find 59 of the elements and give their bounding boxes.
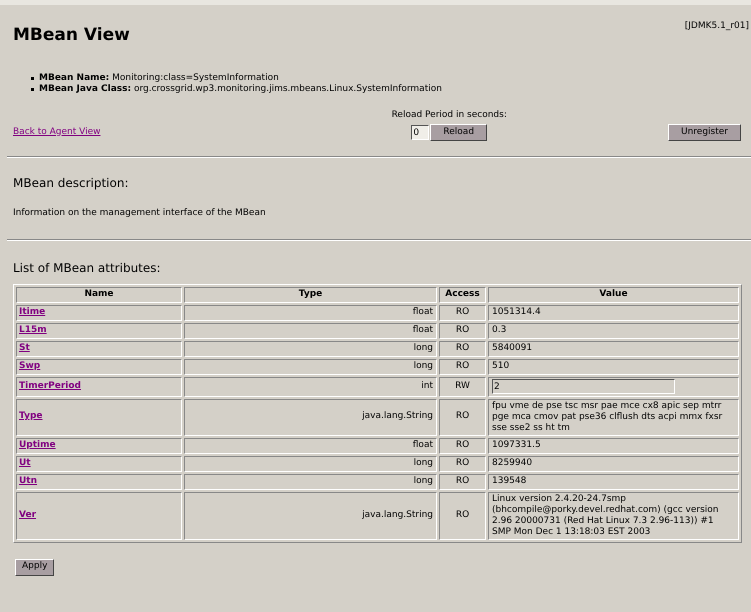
table-cell: 8259940 (488, 456, 739, 472)
table-cell: float (184, 304, 437, 320)
description-text: Information on the management interface of the MBean (13, 207, 267, 220)
section-heading: List of MBean attributes: (13, 260, 162, 276)
table-cell: 1097331.5 (488, 438, 739, 454)
attribute-link[interactable]: Swp (19, 360, 40, 371)
table-cell: float (184, 438, 437, 454)
column-header: Name (16, 286, 182, 302)
table-cell: java.lang.String (184, 398, 437, 436)
table-cell: RO (439, 340, 486, 356)
table-cell: RO (439, 398, 486, 436)
table-cell: long (184, 456, 437, 472)
table-cell: RO (439, 358, 486, 374)
bullet-icon (31, 76, 34, 80)
attribute-link[interactable]: Type (19, 411, 42, 422)
table-cell: float (184, 322, 437, 338)
reload-label: Reload Period in seconds: (392, 108, 507, 122)
table-cell: 510 (488, 358, 739, 374)
bullet-icon (31, 88, 34, 90)
info-text: MBean Java Class: org.crossgrid.wp3.monitoring.jims.mbeans.Linux.SystemInformation (39, 84, 442, 94)
attribute-link[interactable]: Uptime (19, 440, 56, 450)
attribute-link[interactable]: Ut (19, 458, 31, 468)
reload-period-field[interactable]: 0 (411, 125, 430, 140)
version-label: [JDMK5.1_r01] (684, 20, 749, 33)
table-cell: Linux version 2.4.20-24.7smp (bhcompile@porky.devel.redhat.com) (gcc version 2.96 20000731 (Red Hat Linux 7.3 2.96-113)) #1 SMP Mon Dec 1 13:18:03 EST 2003 (488, 492, 739, 540)
value-field[interactable]: 2 (492, 379, 675, 394)
attribute-link[interactable]: Ver (19, 510, 36, 520)
table-cell: long (184, 340, 437, 356)
table-cell: RW (439, 376, 486, 396)
column-header: Access (439, 286, 486, 302)
table-cell: RO (439, 438, 486, 454)
section-heading: MBean description: (13, 175, 130, 192)
table-cell: long (184, 358, 437, 374)
table-cell: fpu vme de pse tsc msr pae mce cx8 apic sep mtrr pge mca cmov pat pse36 clflush dts acpi mmx fxsr sse sse2 ss ht tm (488, 398, 739, 436)
attribute-link[interactable]: L15m (19, 324, 47, 335)
apply-button[interactable]: Apply (15, 558, 54, 576)
table-cell: 5840091 (488, 340, 739, 356)
table-cell: 1051314.4 (488, 304, 739, 320)
table-cell: java.lang.String (184, 492, 437, 540)
column-header: Type (184, 286, 437, 302)
info-text: MBean Name: Monitoring:class=SystemInformation (39, 72, 279, 84)
attribute-link[interactable]: St (19, 342, 30, 353)
table-cell: RO (439, 456, 486, 472)
table-cell: RO (439, 322, 486, 338)
table-cell: RO (439, 492, 486, 540)
column-header: Value (488, 286, 739, 302)
attribute-link[interactable]: Itime (19, 306, 46, 317)
unregister-button[interactable]: Unregister (668, 124, 741, 141)
attribute-link[interactable]: TimerPeriod (19, 380, 81, 391)
table-cell: RO (439, 304, 486, 320)
reload-button[interactable]: Reload (430, 124, 488, 141)
table-cell: int (184, 376, 437, 396)
table-cell: 139548 (488, 474, 739, 490)
table-cell: 0.3 (488, 322, 739, 338)
back-link[interactable]: Back to Agent View (13, 126, 100, 139)
table-cell: RO (439, 474, 486, 490)
attribute-link[interactable]: Utn (19, 476, 38, 486)
table-cell: long (184, 474, 437, 490)
page-title: MBean View (13, 24, 130, 47)
